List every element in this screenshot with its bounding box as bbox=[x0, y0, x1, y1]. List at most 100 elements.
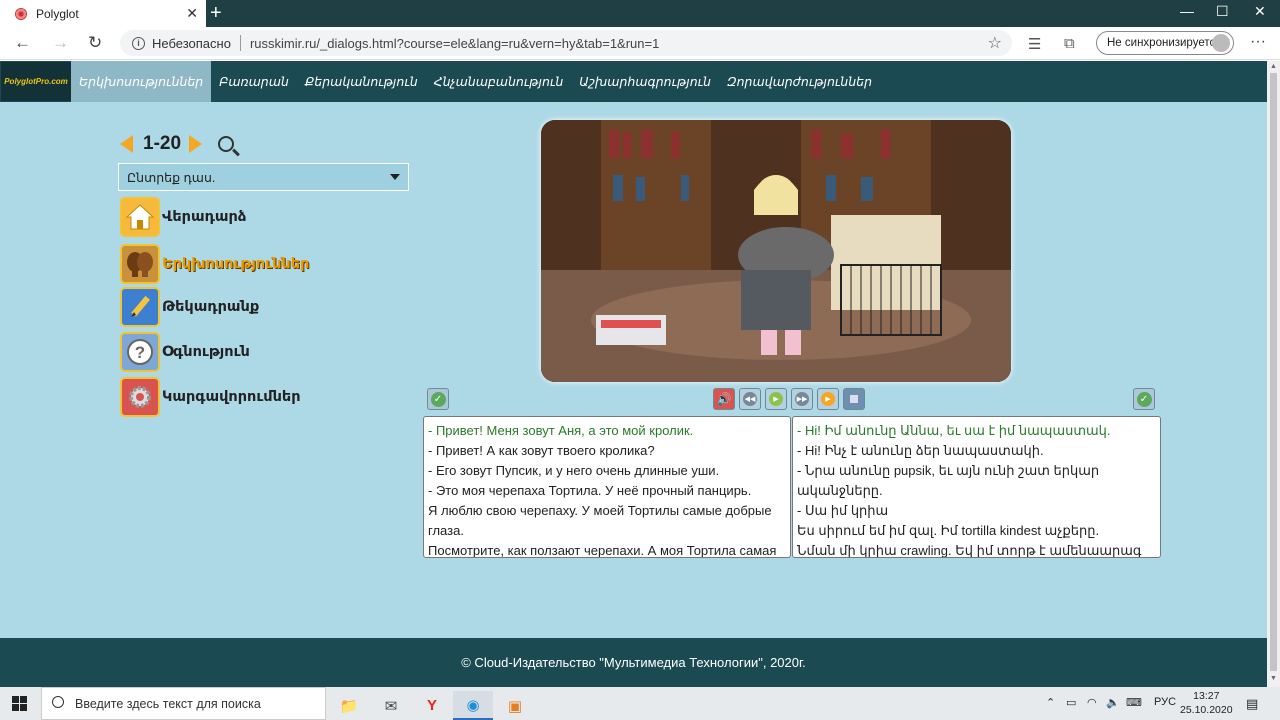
menu-item-help[interactable]: ? Օգնություն bbox=[120, 329, 309, 374]
close-window-icon[interactable]: ✕ bbox=[1254, 3, 1266, 20]
more-menu-icon[interactable]: ··· bbox=[1250, 33, 1266, 51]
nav-dialogs[interactable]: Երկխոսություններ bbox=[71, 61, 212, 102]
windows-start-icon[interactable] bbox=[12, 696, 27, 711]
search-icon[interactable] bbox=[218, 136, 235, 152]
nav-grammar[interactable]: Քերականություն bbox=[297, 61, 426, 102]
lesson-dropdown[interactable]: Ընտրեք դաս. bbox=[118, 163, 409, 191]
menu-item-dialogs[interactable]: Երկխոսություններ bbox=[120, 241, 309, 286]
nav-exercises[interactable]: Զորավարժություններ bbox=[719, 61, 880, 102]
forward-button[interactable]: ▶▶ bbox=[791, 388, 813, 410]
russian-line: Посмотрите, как ползают черепахи. А моя … bbox=[428, 543, 777, 558]
sync-button[interactable]: Не синхронизируется bbox=[1096, 31, 1234, 55]
battery-icon[interactable]: ▭ bbox=[1066, 696, 1076, 709]
stop-button[interactable] bbox=[843, 388, 865, 410]
close-tab-icon[interactable]: ✕ bbox=[186, 5, 198, 22]
maximize-icon[interactable]: ☐ bbox=[1216, 3, 1229, 20]
mail-icon[interactable]: ✉ bbox=[371, 691, 411, 720]
nav-geography[interactable]: Աշխարհագրություն bbox=[571, 61, 719, 102]
lesson-pager: 1-20 bbox=[120, 133, 235, 155]
url-bar[interactable]: i Небезопасно russkimir.ru/_dialogs.html… bbox=[120, 30, 1012, 56]
refresh-icon[interactable]: ↻ bbox=[88, 33, 102, 53]
menu-label-back: Վերադարձ bbox=[162, 208, 247, 225]
russian-line: - Привет! Меня зовут Аня, а это мой крол… bbox=[428, 423, 694, 438]
armenian-line: - Hi! Ինչ է անունը ձեր նապաստակի. bbox=[797, 443, 1044, 458]
svg-text:?: ? bbox=[135, 343, 145, 362]
russian-text-pane[interactable]: - Привет! Меня зовут Аня, а это мой крол… bbox=[423, 416, 791, 558]
collections-icon[interactable]: ⧉ bbox=[1064, 35, 1075, 52]
menu-label-dialogs: Երկխոսություններ bbox=[162, 255, 310, 272]
lesson-dropdown-value: Ընտրեք դաս. bbox=[127, 170, 216, 185]
favorite-star-icon[interactable]: ☆ bbox=[988, 33, 1002, 53]
player-controls: ✓ 🔊 ◀◀ ▶ ▶▶ ▶ ✓ bbox=[423, 388, 1161, 412]
stop-icon bbox=[850, 395, 858, 403]
menu-item-task[interactable]: Թեկադրանք bbox=[120, 284, 309, 329]
armenian-line: Նման մի կրիա crawling. Եվ իմ տորթ է ամեն… bbox=[797, 543, 1142, 558]
previous-arrow-icon[interactable] bbox=[120, 135, 133, 153]
check-icon: ✓ bbox=[1136, 391, 1152, 407]
scroll-down-icon[interactable]: ▼ bbox=[1270, 675, 1277, 682]
russian-line: - Его зовут Пупсик, и у него очень длинн… bbox=[428, 463, 720, 478]
armenian-text-pane[interactable]: - Hi! Իմ անունը Աննա, եւ սա է իմ նապաստա… bbox=[792, 416, 1161, 558]
yandex-browser-icon[interactable]: Y bbox=[412, 691, 452, 720]
windows-taskbar: Введите здесь текст для поиска 📁 ✉ Y ◉ ▣… bbox=[0, 687, 1280, 720]
armenian-line: Ես սիրում եմ իմ զալ. Իմ tortilla kindest… bbox=[797, 523, 1100, 538]
pager-range: 1-20 bbox=[143, 133, 182, 154]
menu-label-task: Թեկադրանք bbox=[162, 298, 260, 315]
taskbar-search[interactable]: Введите здесь текст для поиска bbox=[41, 687, 326, 720]
page-scrollbar[interactable]: ▲ ▼ bbox=[1267, 61, 1280, 687]
browser-tab[interactable]: Polyglot ✕ bbox=[0, 0, 206, 27]
edge-browser-icon[interactable]: ◉ bbox=[453, 691, 493, 720]
video-player[interactable] bbox=[541, 120, 1011, 382]
side-menu: Վերադարձ Երկխոսություններ Թեկադրանք ? Օգ… bbox=[120, 194, 309, 419]
menu-item-back[interactable]: Վերադարձ bbox=[120, 194, 309, 239]
site-logo[interactable]: PolyglotPro.com bbox=[1, 62, 71, 101]
new-tab-button[interactable]: + bbox=[210, 2, 222, 25]
keyboard-icon[interactable]: ⌨ bbox=[1126, 696, 1142, 709]
play-button[interactable]: ▶ bbox=[765, 388, 787, 410]
menu-item-settings[interactable]: Կարգավորումներ bbox=[120, 374, 309, 419]
russian-line: - Привет! А как зовут твоего кролика? bbox=[428, 443, 655, 458]
taskbar-clock[interactable]: 13:27 25.10.2020 bbox=[1180, 689, 1233, 717]
info-icon[interactable]: i bbox=[132, 36, 145, 50]
nav-dictionary[interactable]: Բառարան bbox=[211, 61, 297, 102]
play-alt-icon: ▶ bbox=[821, 392, 835, 406]
top-navigation: PolyglotPro.com Երկխոսություններ Բառարան… bbox=[0, 61, 1267, 102]
search-icon bbox=[52, 696, 64, 708]
back-icon[interactable]: ← bbox=[14, 33, 31, 53]
scrollbar-thumb[interactable] bbox=[1270, 73, 1277, 671]
chevron-down-icon bbox=[390, 174, 400, 180]
check-icon: ✓ bbox=[430, 391, 446, 407]
menu-label-settings: Կարգավորումներ bbox=[162, 388, 301, 405]
people-icon bbox=[120, 243, 160, 284]
armenian-line: - Սա իմ կրիա bbox=[797, 503, 889, 518]
rewind-icon: ◀◀ bbox=[743, 392, 757, 406]
url-separator bbox=[239, 35, 241, 51]
armenian-line: - Hi! Իմ անունը Աննա, եւ սա է իմ նապաստա… bbox=[797, 423, 1111, 438]
russian-line: Я люблю свою черепаху. У моей Тортилы са… bbox=[428, 503, 772, 538]
menu-label-help: Օգնություն bbox=[162, 343, 250, 360]
language-indicator[interactable]: РУС bbox=[1154, 696, 1176, 708]
notifications-icon[interactable]: ▤ bbox=[1246, 696, 1258, 712]
volume-icon[interactable]: 🔈 bbox=[1106, 696, 1120, 709]
sync-label: Не синхронизируется bbox=[1107, 37, 1222, 49]
next-arrow-icon[interactable] bbox=[189, 135, 203, 153]
rewind-button[interactable]: ◀◀ bbox=[739, 388, 761, 410]
nav-phonetics[interactable]: Հնչանաբանություն bbox=[426, 61, 572, 102]
play-icon: ▶ bbox=[769, 392, 783, 406]
app-icon[interactable]: ▣ bbox=[495, 691, 535, 720]
taskbar-search-placeholder: Введите здесь текст для поиска bbox=[75, 696, 261, 711]
tray-chevron-icon[interactable]: ⌃ bbox=[1046, 696, 1055, 709]
check-right-button[interactable]: ✓ bbox=[1133, 388, 1155, 410]
minimize-icon[interactable]: — bbox=[1180, 3, 1194, 19]
wifi-icon[interactable]: ◠ bbox=[1087, 696, 1097, 709]
url-text[interactable]: russkimir.ru/_dialogs.html?course=ele&la… bbox=[250, 36, 659, 51]
check-left-button[interactable]: ✓ bbox=[427, 388, 449, 410]
site-content: PolyglotPro.com Երկխոսություններ Բառարան… bbox=[0, 61, 1267, 687]
sound-button[interactable]: 🔊 bbox=[713, 388, 735, 410]
scroll-up-icon[interactable]: ▲ bbox=[1270, 63, 1277, 70]
favorites-list-icon[interactable]: ☰ bbox=[1028, 35, 1041, 53]
file-explorer-icon[interactable]: 📁 bbox=[329, 691, 369, 720]
play-alt-button[interactable]: ▶ bbox=[817, 388, 839, 410]
clock-time: 13:27 bbox=[1193, 690, 1220, 702]
forward-icon[interactable]: → bbox=[52, 33, 69, 53]
